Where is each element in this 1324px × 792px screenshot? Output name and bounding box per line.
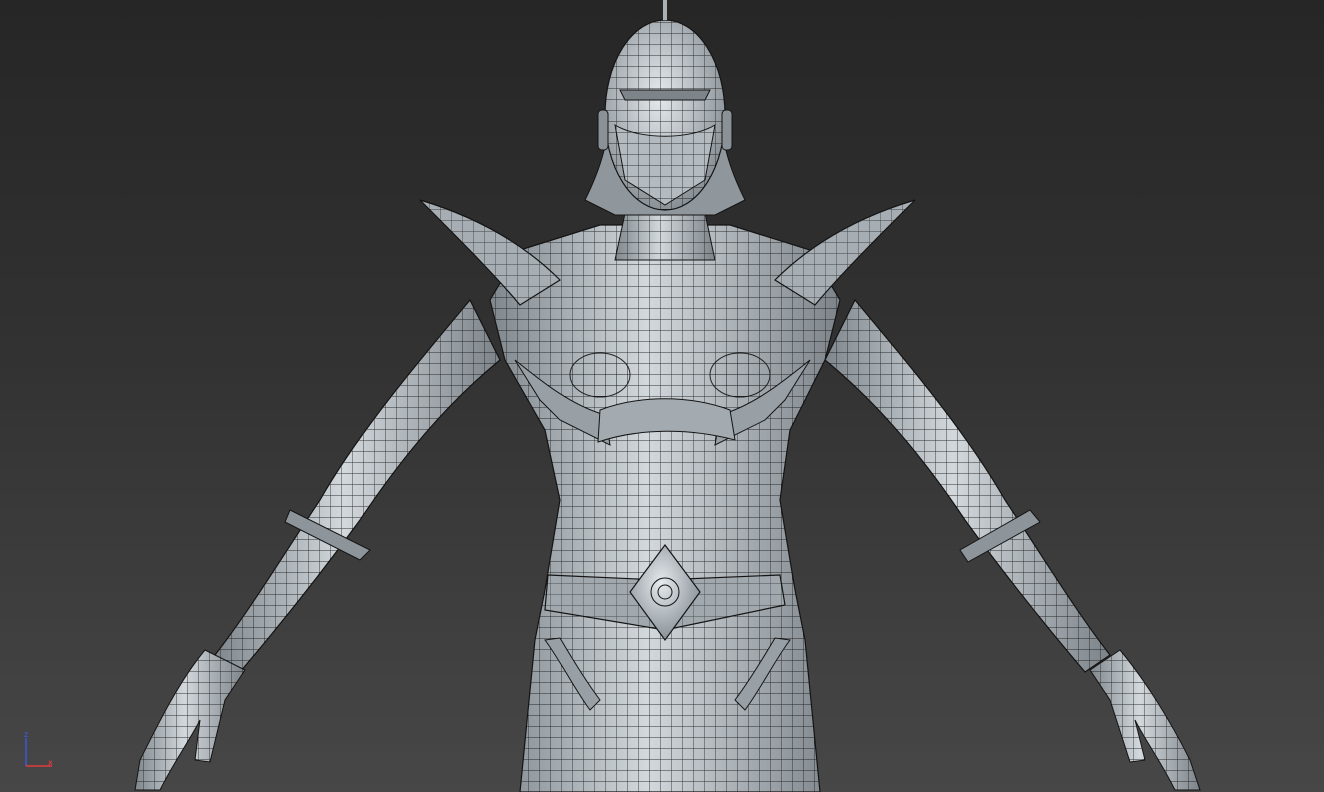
torso — [489, 224, 841, 792]
right-arm — [824, 298, 1111, 673]
helmet — [584, 0, 746, 216]
axis-gizmo: z x — [18, 728, 62, 772]
character-mesh[interactable] — [0, 0, 1324, 792]
axis-x-label: x — [48, 758, 53, 767]
left-arm — [214, 298, 501, 673]
right-hand — [1089, 649, 1201, 791]
left-hand — [134, 649, 246, 791]
perspective-viewport[interactable]: z x — [0, 0, 1324, 792]
axis-z-label: z — [24, 730, 29, 739]
